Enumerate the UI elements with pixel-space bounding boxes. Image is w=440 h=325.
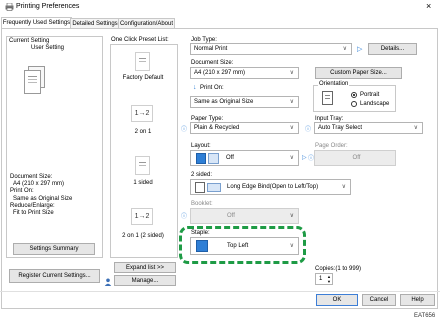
arrow-right-icon: ▷: [302, 155, 307, 161]
paper-type-dropdown[interactable]: Plain & Recycled ∨: [190, 122, 299, 134]
expand-list-button[interactable]: Expand list >>: [114, 262, 176, 273]
register-settings-button[interactable]: Register Current Settings...: [9, 269, 100, 283]
summary-line: Same as Original Size: [13, 195, 73, 202]
staple-label: Staple:: [191, 230, 210, 236]
page-order-label: Page Order:: [315, 143, 348, 149]
cancel-button[interactable]: Cancel: [362, 294, 396, 306]
two-sided-label: 2 sided:: [191, 172, 213, 178]
window-title: Printing Preferences: [16, 3, 80, 10]
landscape-radio[interactable]: [351, 101, 357, 107]
preset-item-2-on-1-2-sided[interactable]: 2 on 1 (2 sided): [108, 233, 178, 239]
layout-value: Off: [226, 155, 234, 161]
chevron-down-icon: ∨: [413, 125, 418, 131]
portrait-radio[interactable]: [351, 92, 357, 98]
preset-item-2on1-2sided-icon[interactable]: 1→2: [131, 208, 153, 225]
booklet-dropdown[interactable]: Off ∨: [190, 208, 299, 224]
chevron-down-icon: ∨: [289, 213, 294, 219]
custom-paper-size-button[interactable]: Custom Paper Size...: [315, 67, 402, 79]
document-size-label: Document Size:: [191, 60, 234, 66]
summary-line: A4 (210 x 297 mm): [13, 181, 65, 188]
chevron-down-icon: ∨: [289, 99, 294, 105]
chevron-down-icon: ∨: [342, 46, 347, 52]
copies-value: 1: [319, 276, 323, 282]
ok-button[interactable]: OK: [316, 294, 358, 306]
two-sided-value: Long Edge Bind(Open to Left/Top): [227, 184, 319, 190]
current-setting-heading: Current Setting: [9, 38, 50, 44]
layout-dropdown[interactable]: Off ∨: [190, 150, 299, 166]
portrait-page-icon: [322, 91, 333, 105]
preview-page-icon: [24, 70, 41, 94]
print-on-value: Same as Original Size: [194, 99, 254, 105]
paper-type-value: Plain & Recycled: [194, 125, 240, 131]
input-tray-dropdown[interactable]: Auto Tray Select ∨: [314, 122, 423, 134]
preset-item-factory-default-icon[interactable]: [135, 52, 150, 71]
preset-item-1-sided[interactable]: 1 sided: [108, 180, 178, 186]
preset-item-2-on-1[interactable]: 2 on 1: [108, 129, 178, 135]
stepper-arrows-icon[interactable]: ▲ ▼: [327, 274, 331, 284]
input-tray-value: Auto Tray Select: [318, 125, 363, 131]
staple-page-icon: [196, 240, 208, 252]
layout-page-icon: [208, 153, 219, 164]
orientation-label: Orientation: [318, 81, 350, 87]
layout-label: Layout:: [191, 143, 211, 149]
info-icon: ⓘ: [181, 214, 188, 220]
print-on-label: Print On:: [200, 85, 224, 91]
current-setting-group: [6, 36, 103, 258]
info-icon: ⓘ: [305, 127, 312, 133]
footer-divider: [0, 291, 440, 292]
current-preset-name: User Setting: [31, 45, 65, 51]
two-sided-dropdown[interactable]: Long Edge Bind(Open to Left/Top) ∨: [190, 179, 351, 195]
tab-strip: Frequently Used Settings Detailed Settin…: [0, 15, 440, 30]
settings-summary-text: Document Size: A4 (210 x 297 mm) Print O…: [10, 174, 72, 217]
layout-page-icon: [196, 153, 206, 164]
settings-summary-button[interactable]: Settings Summary: [13, 243, 95, 255]
preset-item-factory-default[interactable]: Factory Default: [108, 75, 178, 81]
printer-icon: [5, 2, 14, 11]
summary-line: Reduce/Enlarge:: [10, 202, 55, 209]
landscape-label[interactable]: Landscape: [360, 101, 389, 107]
details-button[interactable]: Details...: [368, 43, 417, 55]
chevron-down-icon: ∨: [341, 184, 346, 190]
manage-user-icon: [104, 278, 112, 286]
chevron-down-icon: ∨: [289, 155, 294, 161]
document-size-dropdown[interactable]: A4 (210 x 297 mm) ∨: [190, 67, 299, 79]
copies-label: Copies:(1 to 999): [315, 266, 362, 272]
job-type-value: Normal Print: [194, 46, 228, 52]
two-sided-page-icon: [207, 183, 221, 192]
portrait-label[interactable]: Portrait: [360, 92, 379, 98]
summary-line: Document Size:: [10, 174, 53, 180]
arrow-down-icon: ↓: [193, 84, 197, 91]
print-on-dropdown[interactable]: Same as Original Size ∨: [190, 96, 299, 108]
document-size-value: A4 (210 x 297 mm): [194, 70, 246, 76]
chevron-down-icon: ∨: [289, 243, 294, 249]
page-order-dropdown[interactable]: Off: [314, 150, 396, 166]
two-sided-page-icon: [195, 182, 205, 193]
booklet-value: Off: [227, 213, 235, 219]
chevron-down-icon: ∨: [289, 70, 294, 76]
title-bar: Printing Preferences ×: [0, 0, 440, 14]
info-icon: ⓘ: [181, 127, 188, 133]
page-order-value: Off: [352, 155, 361, 161]
preset-item-1-sided-icon[interactable]: [135, 156, 150, 175]
booklet-label: Booklet:: [191, 201, 213, 207]
summary-line: Fit to Print Size: [13, 210, 54, 217]
staple-value: Top Left: [227, 243, 249, 249]
job-type-dropdown[interactable]: Normal Print ∨: [190, 43, 352, 55]
staple-dropdown[interactable]: Top Left ∨: [190, 237, 299, 255]
arrow-right-icon: ▷: [357, 46, 363, 53]
summary-line: Print On:: [10, 188, 34, 195]
help-button[interactable]: Help: [400, 294, 435, 306]
figure-code: EAT656: [414, 313, 436, 319]
preset-list-heading: One Click Preset List:: [111, 37, 169, 43]
copies-stepper[interactable]: 1 ▲ ▼: [315, 273, 333, 285]
preset-item-2on1-icon[interactable]: 1→2: [131, 105, 153, 122]
chevron-down-icon: ∨: [289, 125, 294, 131]
close-button[interactable]: ×: [426, 1, 431, 11]
manage-button[interactable]: Manage...: [114, 275, 176, 286]
